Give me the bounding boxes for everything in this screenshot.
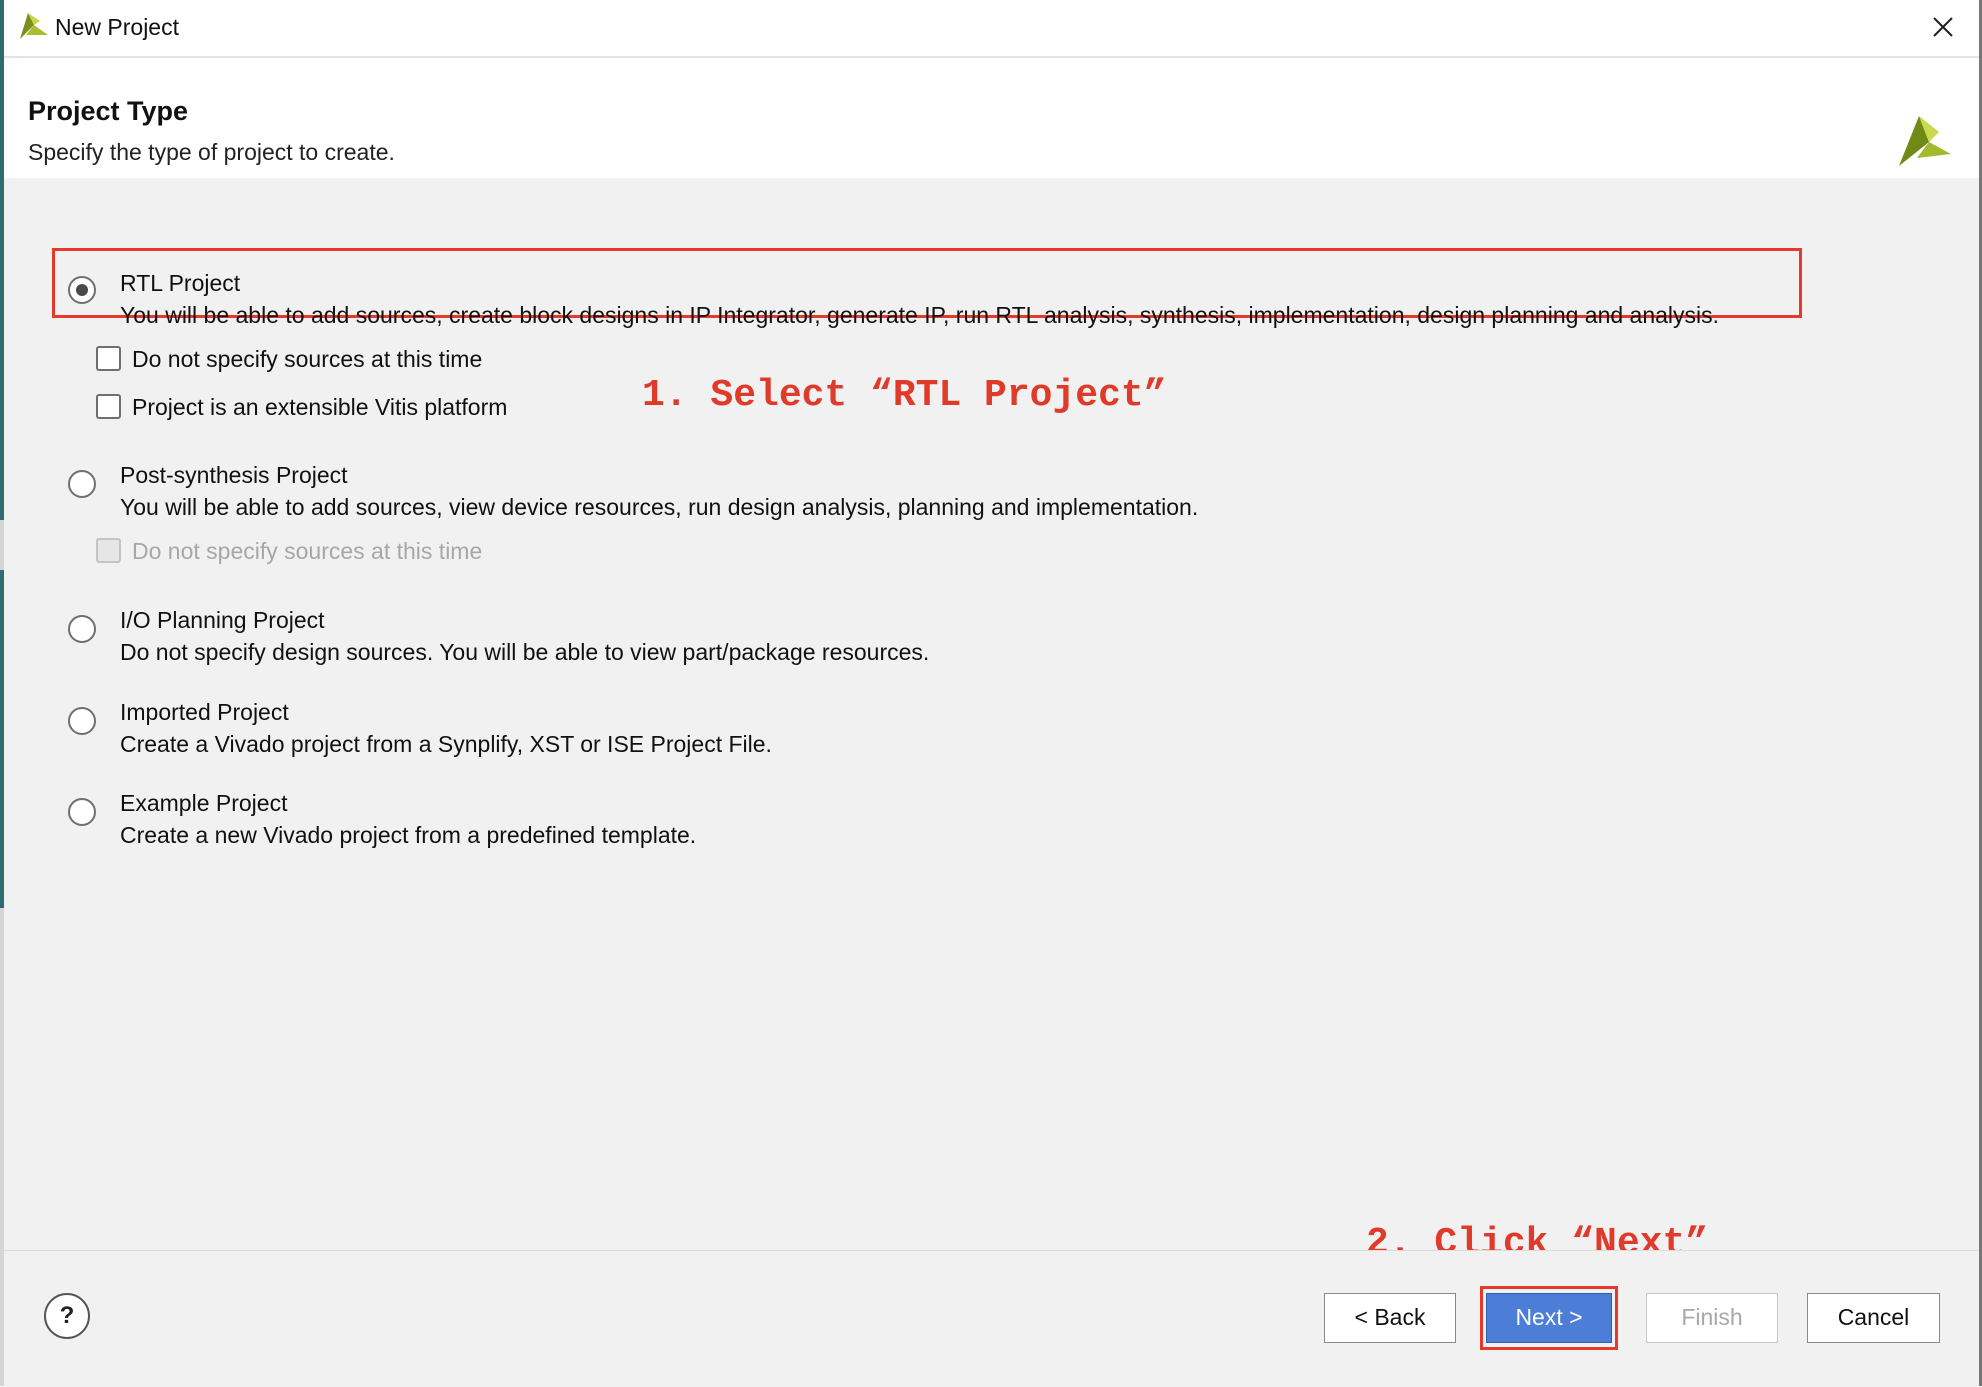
vitis-platform-label[interactable]: Project is an extensible Vitis platform bbox=[132, 394, 507, 421]
title-bar: New Project bbox=[4, 0, 1979, 58]
rtl-no-sources-checkbox[interactable] bbox=[96, 346, 121, 371]
imported-project-description: Create a Vivado project from a Synplify,… bbox=[120, 731, 772, 757]
post-synthesis-radio[interactable] bbox=[68, 470, 96, 498]
example-project-radio[interactable] bbox=[68, 798, 96, 826]
page-title: Project Type bbox=[28, 96, 189, 126]
rtl-project-label[interactable]: RTL Project bbox=[120, 270, 240, 297]
io-planning-radio[interactable] bbox=[68, 615, 96, 643]
example-project-label[interactable]: Example Project bbox=[120, 790, 287, 817]
post-synthesis-label[interactable]: Post-synthesis Project bbox=[120, 462, 348, 489]
help-button[interactable]: ? bbox=[44, 1293, 90, 1339]
post-synth-no-sources-label: Do not specify sources at this time bbox=[132, 538, 483, 564]
imported-project-radio[interactable] bbox=[68, 707, 96, 735]
back-button[interactable]: < Back bbox=[1324, 1293, 1456, 1343]
vitis-platform-checkbox[interactable] bbox=[96, 394, 121, 419]
post-synth-no-sources-checkbox bbox=[96, 538, 121, 563]
close-icon[interactable] bbox=[1925, 9, 1961, 45]
step1-annotation: 1. Select “RTL Project” bbox=[642, 374, 1167, 417]
window-title: New Project bbox=[55, 14, 179, 40]
rtl-project-description: You will be able to add sources, create … bbox=[120, 302, 1720, 328]
io-planning-label[interactable]: I/O Planning Project bbox=[120, 607, 325, 634]
example-project-description: Create a new Vivado project from a prede… bbox=[120, 822, 697, 848]
dialog-footer: ? < Back Next > Finish Cancel bbox=[4, 1250, 1979, 1387]
imported-project-label[interactable]: Imported Project bbox=[120, 699, 289, 726]
page-header: Project Type Specify the type of project… bbox=[4, 58, 1979, 178]
io-planning-description: Do not specify design sources. You will … bbox=[120, 639, 930, 665]
cancel-button[interactable]: Cancel bbox=[1807, 1293, 1940, 1343]
project-type-panel: RTL Project You will be able to add sour… bbox=[4, 178, 1979, 1265]
vivado-logo-icon bbox=[1899, 116, 1951, 166]
vivado-logo-icon bbox=[20, 13, 48, 39]
finish-button: Finish bbox=[1646, 1293, 1778, 1343]
post-synthesis-description: You will be able to add sources, view de… bbox=[120, 494, 1199, 520]
rtl-project-radio[interactable] bbox=[68, 276, 96, 304]
next-button[interactable]: Next > bbox=[1486, 1293, 1612, 1343]
rtl-no-sources-label[interactable]: Do not specify sources at this time bbox=[132, 346, 482, 373]
page-subtitle: Specify the type of project to create. bbox=[28, 139, 395, 165]
